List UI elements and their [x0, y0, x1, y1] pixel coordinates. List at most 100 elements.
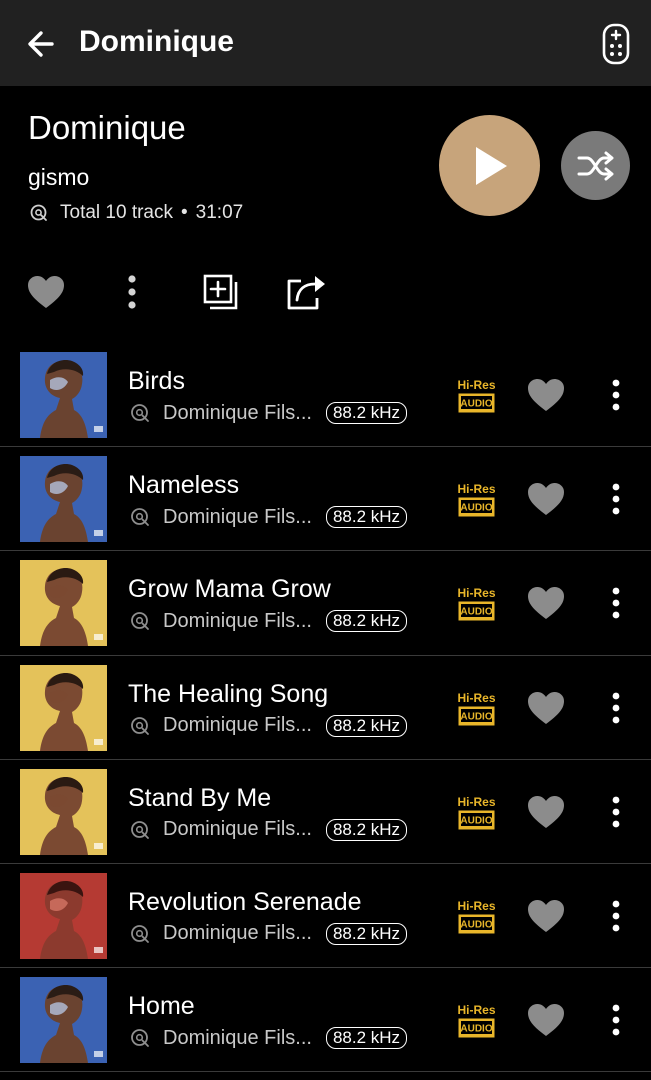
shuffle-button[interactable] — [561, 131, 630, 200]
track-subtitle: Dominique Fils... 88.2 kHz — [130, 816, 408, 844]
track-more-icon[interactable] — [604, 688, 628, 728]
track-favorite-icon[interactable] — [526, 377, 566, 413]
track-row[interactable]: Nameless Dominique Fils... 88.2 kHz Hi-Res A… — [0, 447, 651, 552]
track-more-icon[interactable] — [604, 479, 628, 519]
track-row[interactable]: Birds Dominique Fils... 88.2 kHz Hi-Res AUDI… — [0, 343, 651, 448]
hi-res-label: Hi-Res — [458, 378, 495, 392]
sample-rate-badge: 88.2 kHz — [325, 922, 408, 945]
track-artist: Dominique Fils... — [163, 505, 312, 528]
track-subtitle: Dominique Fils... 88.2 kHz — [130, 503, 408, 531]
hi-res-label: Hi-Res — [458, 1003, 495, 1017]
track-more-icon[interactable] — [604, 1000, 628, 1040]
sample-rate-badge: 88.2 kHz — [325, 610, 408, 633]
favorite-album-button[interactable] — [26, 270, 66, 314]
back-arrow-icon[interactable] — [22, 24, 62, 64]
hi-res-audio-badge: Hi-Res AUDIO — [457, 479, 496, 517]
hi-res-audio-badge: Hi-Res AUDIO — [457, 896, 496, 934]
disc-search-icon — [130, 507, 150, 527]
disc-search-icon — [30, 204, 48, 222]
track-more-icon[interactable] — [604, 375, 628, 415]
track-row[interactable]: Revolution Serenade Dominique Fils... 88.2… — [0, 864, 651, 969]
track-cover-art — [20, 977, 107, 1064]
add-to-playlist-button[interactable] — [200, 270, 240, 314]
sample-rate-badge: 88.2 kHz — [325, 402, 408, 424]
add-to-playlist-icon — [203, 274, 238, 310]
hi-res-label: Hi-Res — [458, 795, 495, 809]
track-title: The Healing Song — [128, 679, 329, 708]
track-title: Stand By Me — [128, 783, 272, 812]
audio-label: AUDIO — [460, 919, 492, 930]
sample-rate-badge: 88.2 kHz — [325, 714, 408, 737]
track-title: Home — [128, 992, 195, 1021]
track-row[interactable]: The Healing Song Dominique Fils... 88.2 kH… — [0, 656, 651, 760]
share-button[interactable] — [284, 270, 328, 314]
track-cover-art — [20, 456, 107, 543]
track-count: Total 10 track — [60, 202, 173, 223]
track-row[interactable]: Stand By Me Dominique Fils... 88.2 kHz Hi-R… — [0, 760, 651, 864]
hi-res-audio-badge: Hi-Res AUDIO — [457, 792, 496, 830]
track-artist: Dominique Fils... — [163, 1026, 312, 1049]
track-more-icon[interactable] — [604, 896, 628, 936]
track-artist: Dominique Fils... — [163, 401, 312, 424]
sample-rate-badge: 88.2 kHz — [325, 506, 408, 529]
audio-label: AUDIO — [460, 711, 492, 722]
remote-control-icon[interactable] — [598, 22, 634, 66]
track-subtitle: Dominique Fils... 88.2 kHz — [130, 920, 408, 948]
track-subtitle: Dominique Fils... 88.2 kHz — [130, 712, 408, 740]
track-subtitle: Dominique Fils... 88.2 kHz — [130, 1024, 408, 1052]
track-cover-art — [20, 664, 107, 751]
disc-search-icon — [130, 924, 150, 944]
track-favorite-icon[interactable] — [526, 585, 566, 621]
album-title: Dominique — [28, 109, 186, 146]
audio-label: AUDIO — [460, 1024, 492, 1035]
track-favorite-icon[interactable] — [526, 690, 566, 726]
track-cover-art — [20, 560, 107, 647]
total-duration: 31:07 — [195, 202, 244, 223]
track-favorite-icon[interactable] — [526, 1002, 566, 1038]
track-cover-art — [20, 768, 107, 855]
track-cover-art — [20, 352, 107, 438]
album-artist[interactable]: gismo — [28, 161, 89, 193]
hi-res-audio-badge: Hi-Res AUDIO — [457, 583, 496, 621]
hi-res-label: Hi-Res — [458, 691, 495, 705]
track-title: Grow Mama Grow — [128, 575, 331, 604]
disc-search-icon — [130, 403, 150, 423]
play-icon — [475, 146, 507, 185]
meta-separator: • — [181, 202, 188, 223]
album-more-button[interactable] — [118, 270, 146, 314]
audio-label: AUDIO — [460, 503, 492, 514]
hi-res-label: Hi-Res — [458, 899, 495, 913]
track-more-icon[interactable] — [604, 583, 628, 623]
track-title: Nameless — [128, 471, 240, 500]
audio-label: AUDIO — [460, 815, 492, 826]
track-artist: Dominique Fils... — [163, 609, 312, 632]
track-row[interactable]: Home Dominique Fils... 88.2 kHz Hi-Res AUDIO — [0, 968, 651, 1073]
track-favorite-icon[interactable] — [526, 794, 566, 830]
hi-res-audio-badge: Hi-Res AUDIO — [457, 688, 496, 726]
hi-res-audio-badge: Hi-Res AUDIO — [457, 375, 496, 413]
top-bar: Dominique — [0, 0, 651, 86]
disc-search-icon — [130, 716, 150, 736]
track-title: Revolution Serenade — [128, 887, 362, 916]
track-more-icon[interactable] — [604, 792, 628, 832]
more-vertical-icon — [128, 275, 136, 309]
audio-label: AUDIO — [460, 607, 492, 618]
track-row[interactable]: Grow Mama Grow Dominique Fils... 88.2 kHz H… — [0, 551, 651, 656]
track-favorite-icon[interactable] — [526, 481, 566, 517]
disc-search-icon — [130, 611, 150, 631]
album-meta: Total 10 track • 31:07 — [30, 199, 243, 227]
track-favorite-icon[interactable] — [526, 898, 566, 934]
track-cover-art — [20, 872, 107, 959]
page-title: Dominique — [79, 25, 234, 58]
hi-res-label: Hi-Res — [458, 586, 495, 600]
track-subtitle: Dominique Fils... 88.2 kHz — [130, 399, 408, 427]
track-artist: Dominique Fils... — [163, 818, 312, 841]
disc-search-icon — [130, 820, 150, 840]
disc-search-icon — [130, 1028, 150, 1048]
track-artist: Dominique Fils... — [163, 922, 312, 945]
audio-label: AUDIO — [460, 399, 492, 410]
play-button[interactable] — [439, 115, 540, 216]
sample-rate-badge: 88.2 kHz — [325, 1027, 408, 1050]
track-title: Birds — [128, 367, 185, 395]
track-list: Birds Dominique Fils... 88.2 kHz Hi-Res AUDI… — [0, 343, 651, 1073]
